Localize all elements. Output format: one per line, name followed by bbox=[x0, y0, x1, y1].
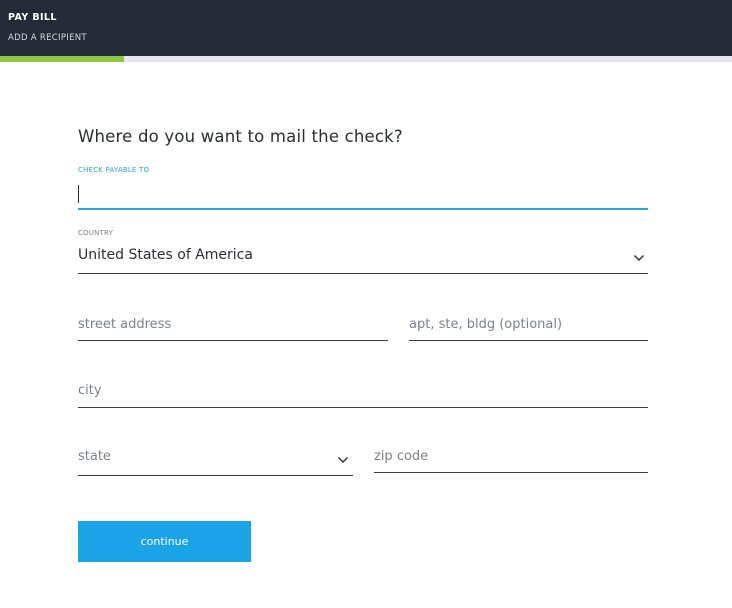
country-underline bbox=[78, 273, 648, 274]
step-subtitle: ADD A RECIPIENT bbox=[8, 33, 87, 43]
zip-code-input[interactable]: zip code bbox=[374, 449, 428, 464]
check-payable-underline bbox=[78, 208, 648, 210]
progress-bar bbox=[0, 56, 732, 62]
country-label: COUNTRY bbox=[78, 229, 114, 237]
top-bar: PAY BILL ADD A RECIPIENT bbox=[0, 0, 732, 56]
form-heading: Where do you want to mail the check? bbox=[78, 127, 403, 146]
page-title: PAY BILL bbox=[8, 12, 57, 23]
state-underline bbox=[78, 475, 353, 476]
street-address-underline bbox=[78, 340, 388, 341]
continue-button[interactable]: continue bbox=[78, 521, 251, 562]
check-payable-label: CHECK PAYABLE TO bbox=[78, 166, 150, 174]
progress-bar-fill bbox=[0, 56, 124, 62]
chevron-down-icon[interactable] bbox=[633, 254, 645, 262]
text-caret bbox=[78, 185, 79, 203]
country-select[interactable]: United States of America bbox=[78, 247, 253, 263]
city-underline bbox=[78, 407, 648, 408]
zip-code-underline bbox=[374, 472, 648, 473]
apt-underline bbox=[409, 340, 648, 341]
apt-input[interactable]: apt, ste, bldg (optional) bbox=[409, 317, 562, 332]
chevron-down-icon[interactable] bbox=[337, 456, 349, 464]
state-select[interactable]: state bbox=[78, 449, 111, 464]
street-address-input[interactable]: street address bbox=[78, 317, 171, 332]
city-input[interactable]: city bbox=[78, 383, 102, 398]
